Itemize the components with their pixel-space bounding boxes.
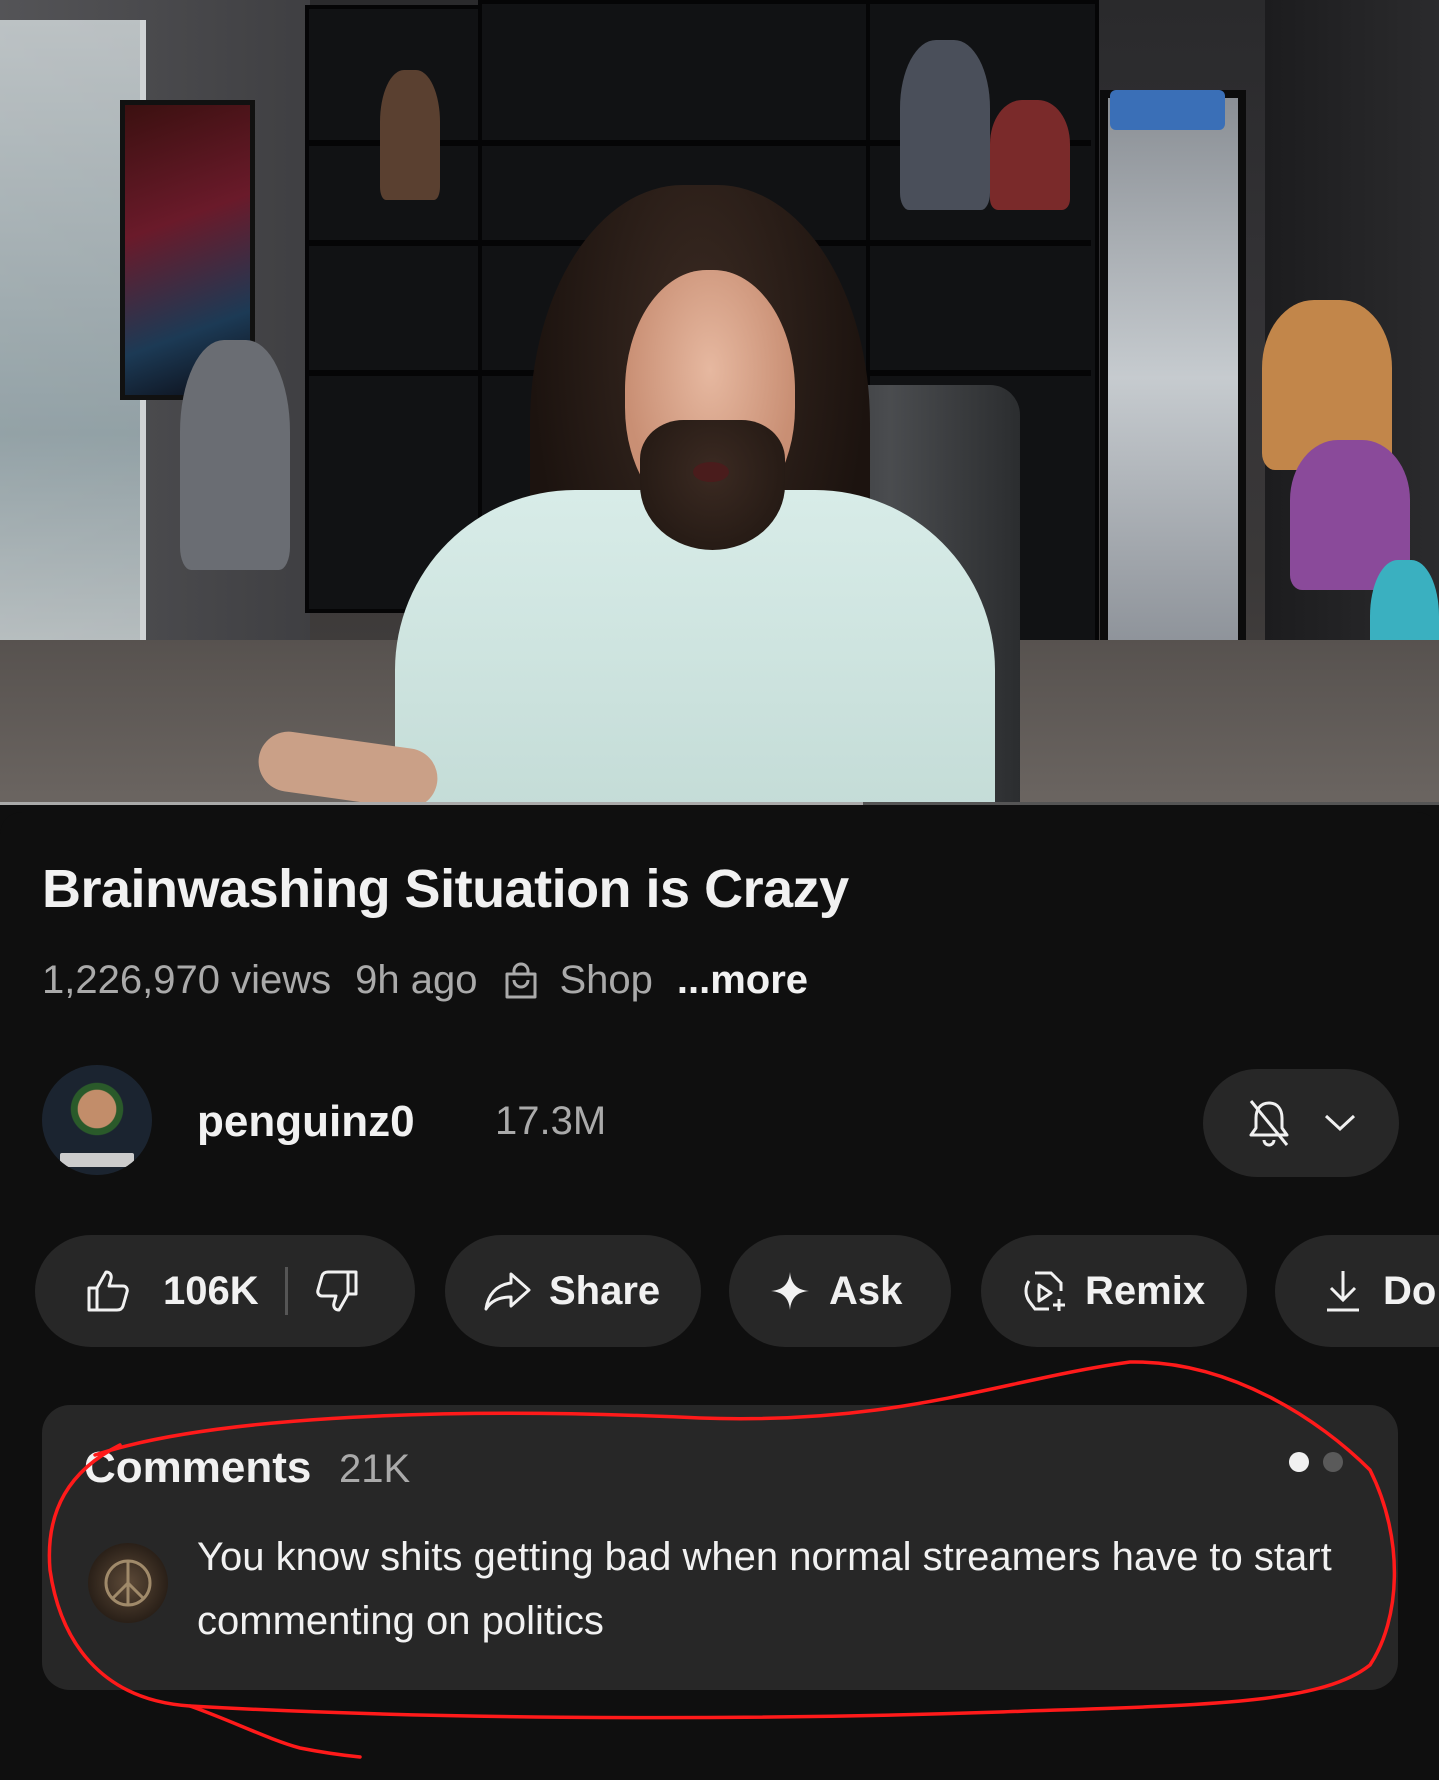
chevron-down-icon [1324,1114,1356,1132]
comments-teaser[interactable]: Comments 21K You know shits getting bad … [42,1405,1398,1690]
shop-bag-icon [505,962,537,998]
top-comment-text: You know shits getting bad when normal s… [197,1535,1332,1643]
video-progress-fill [0,802,864,805]
thumbs-down-icon[interactable] [314,1268,360,1314]
drink-fridge [1100,90,1246,666]
carousel-dot-active [1289,1452,1309,1472]
figurine [900,40,990,210]
channel-avatar[interactable] [42,1065,152,1175]
commenter-avatar [88,1543,168,1623]
channel-row: penguinz0 17.3M [42,1065,1402,1180]
comments-count: 21K [339,1447,411,1491]
remix-label: Remix [1085,1268,1206,1313]
like-count[interactable]: 106K [163,1269,259,1314]
share-button[interactable]: Share [445,1235,701,1347]
like-divider [284,1267,288,1315]
channel-name[interactable]: penguinz0 [197,1097,415,1147]
like-dislike-pill: 106K [35,1235,415,1347]
action-bar: 106K Share Ask Remix Do [35,1235,1439,1347]
thumbs-up-icon[interactable] [85,1268,131,1314]
video-title[interactable]: Brainwashing Situation is Crazy [42,858,849,920]
streamer-beard [640,420,785,550]
peace-symbol-icon [104,1559,152,1607]
shop-link[interactable]: Shop [559,958,652,1003]
subscribed-notifications-button[interactable] [1203,1069,1399,1177]
carousel-dots [1289,1452,1343,1472]
bell-off-icon [1249,1100,1289,1147]
streamer-mouth [693,462,729,482]
video-progress-bar[interactable] [0,802,1439,805]
more-link[interactable]: ...more [677,958,808,1003]
figurine [990,100,1070,210]
upload-age: 9h ago [355,958,478,1002]
fridge-sign [1110,90,1225,130]
comments-title: Comments [84,1443,312,1492]
remix-icon [1024,1271,1065,1311]
download-label: Do [1383,1268,1437,1313]
download-icon [1327,1271,1359,1312]
avatar-badge [60,1153,134,1167]
carousel-dot [1323,1452,1343,1472]
share-arrow-icon [484,1272,531,1311]
video-meta[interactable]: 1,226,970 views 9h ago Shop ...more [42,958,832,1003]
view-count: 1,226,970 views [42,958,332,1002]
subscriber-count: 17.3M [495,1099,607,1143]
ask-label: Ask [829,1268,903,1313]
share-label: Share [549,1268,661,1313]
sparkle-icon [771,1272,809,1310]
page: Brainwashing Situation is Crazy 1,226,97… [0,0,1439,1780]
remix-button[interactable]: Remix [981,1235,1247,1347]
figurine [380,70,440,200]
ask-button[interactable]: Ask [729,1235,951,1347]
download-button[interactable]: Do [1275,1235,1439,1347]
figurine [180,340,290,570]
video-player[interactable] [0,0,1439,805]
